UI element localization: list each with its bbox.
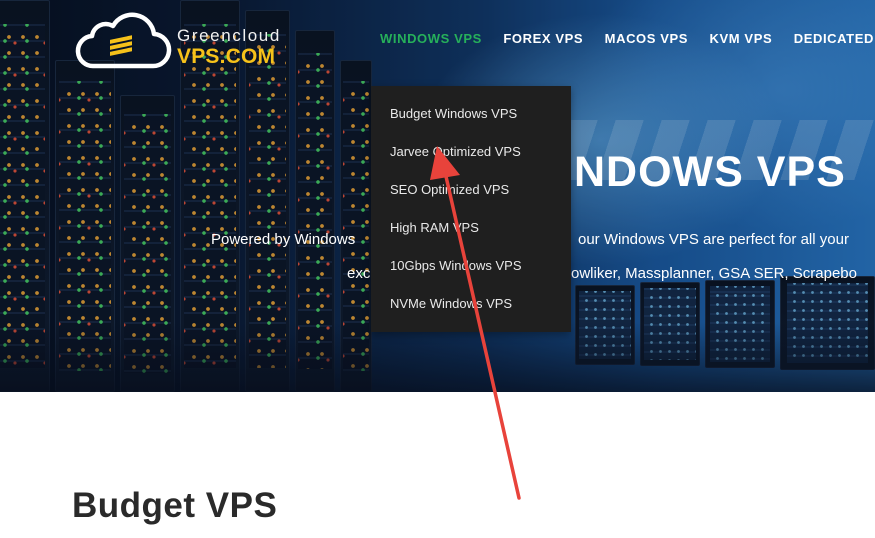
cloud-logo-icon [75, 12, 172, 69]
dropdown-item-seo-optimized-vps[interactable]: SEO Optimized VPS [390, 182, 509, 197]
hero-subtitle-right: our Windows VPS are perfect for all your [578, 231, 849, 248]
dropdown-item-budget-windows-vps[interactable]: Budget Windows VPS [390, 106, 517, 121]
site-logo[interactable]: Greencloud VPS.COM [72, 6, 302, 72]
hero-title: NDOWS VPS [574, 148, 846, 196]
section-title-budget-vps: Budget VPS [72, 486, 278, 525]
dropdown-item-nvme-windows-vps[interactable]: NVMe Windows VPS [390, 296, 512, 311]
nav-windows-vps[interactable]: WINDOWS VPS [380, 31, 482, 46]
nav-forex-vps[interactable]: FOREX VPS [503, 31, 583, 46]
dropdown-item-high-ram-vps[interactable]: High RAM VPS [390, 220, 479, 235]
dropdown-item-jarvee-optimized-vps[interactable]: Jarvee Optimized VPS [390, 144, 521, 159]
nav-kvm-vps[interactable]: KVM VPS [710, 31, 773, 46]
dropdown-item-10gbps-windows-vps[interactable]: 10Gbps Windows VPS [390, 258, 522, 273]
hero-line2-right: owliker, Massplanner, GSA SER, Scrapebo [571, 265, 857, 282]
main-nav: WINDOWS VPS FOREX VPS MACOS VPS KVM VPS … [380, 30, 875, 50]
logo-text-vpscom: VPS.COM [177, 45, 276, 68]
windows-vps-dropdown: Budget Windows VPS Jarvee Optimized VPS … [371, 86, 571, 332]
logo-text-greencloud: Greencloud [177, 26, 281, 45]
nav-dedicated[interactable]: DEDICATED [794, 31, 874, 46]
hero-subtitle-left: Powered by Windows [211, 231, 356, 248]
hero-line2-left: exc [347, 265, 371, 282]
nav-macos-vps[interactable]: MACOS VPS [605, 31, 688, 46]
